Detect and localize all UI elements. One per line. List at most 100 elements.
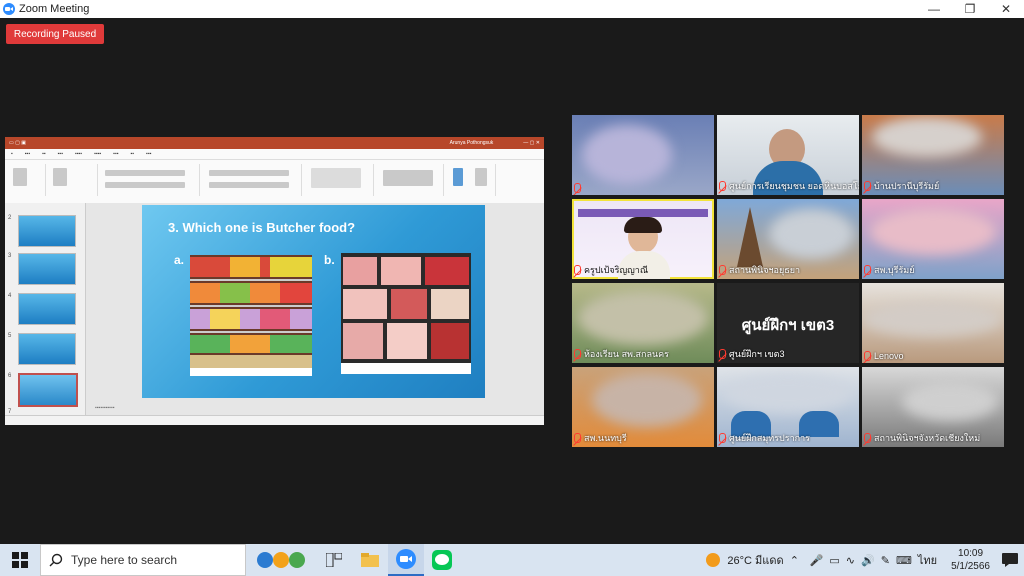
wifi-icon[interactable]: ∿ bbox=[846, 554, 855, 567]
thumb-number: 5 bbox=[8, 333, 12, 339]
slide-thumbnail[interactable] bbox=[18, 215, 76, 247]
speaker-notes-hint: ▪▪▪▪▪▪▪▪▪▪▪ bbox=[95, 405, 115, 411]
search-highlight-icon[interactable] bbox=[246, 544, 316, 576]
shared-screen: ▭ ▢ ▣ Arunya Pothongsuk — ▢ ✕ ▪ ▪▪▪ ▪▪ ▪▪▪ ▪… bbox=[5, 137, 544, 425]
mic-muted-icon bbox=[574, 349, 581, 359]
thumb-number: 4 bbox=[8, 293, 12, 299]
title-bar: Zoom Meeting — ❐ ✕ bbox=[0, 0, 1024, 18]
participant-tile[interactable]: บ้านปรานีบุรีรัมย์ bbox=[862, 115, 1004, 195]
blurred-video bbox=[870, 209, 996, 255]
participant-name: ศูนย์ฝึกสมุทรปราการ bbox=[719, 431, 810, 445]
recording-paused-badge[interactable]: Recording Paused bbox=[6, 24, 104, 44]
participant-tile-speaking[interactable]: ครูปเป้จริญญาณี bbox=[572, 199, 714, 279]
mic-muted-icon bbox=[864, 181, 871, 191]
slide-thumbnail-pane: 2 3 4 5 6 7 bbox=[5, 203, 86, 415]
participant-tile[interactable]: สถานพินิจฯจังหวัดเชียงใหม่ bbox=[862, 367, 1004, 447]
thumb-number: 6 bbox=[8, 373, 12, 379]
taskbar-search-box[interactable]: Type here to search bbox=[40, 544, 246, 576]
mic-muted-icon bbox=[574, 265, 581, 275]
mic-muted-icon bbox=[864, 265, 871, 275]
pen-icon[interactable]: ✎ bbox=[881, 554, 890, 567]
clock-time: 10:09 bbox=[958, 548, 984, 559]
ppt-status-bar bbox=[5, 415, 544, 425]
windows-logo-icon bbox=[12, 552, 28, 568]
search-placeholder: Type here to search bbox=[71, 553, 178, 567]
participant-name: ศูนย์ฝึกฯ เขต3 bbox=[719, 347, 785, 361]
search-icon bbox=[49, 553, 63, 567]
participant-name: ห้องเรียน สพ.สกลนคร bbox=[574, 347, 669, 361]
mic-muted-icon bbox=[719, 433, 726, 443]
chevron-up-icon[interactable]: ⌃ bbox=[790, 554, 804, 567]
ppt-user-name: Arunya Pothongsuk bbox=[449, 140, 494, 146]
line-app-icon[interactable] bbox=[424, 544, 460, 576]
slide-thumbnail[interactable] bbox=[18, 293, 76, 325]
candy-shelf-image bbox=[190, 255, 312, 376]
slide-thumbnail[interactable] bbox=[18, 333, 76, 365]
blurred-video bbox=[902, 381, 998, 421]
participant-tile[interactable]: ศูนย์ฝึกสมุทรปราการ bbox=[717, 367, 859, 447]
mic-muted-icon bbox=[864, 433, 871, 443]
ppt-window-controls: — ▢ ✕ bbox=[523, 140, 540, 146]
participant-tile[interactable]: ห้องเรียน สพ.สกลนคร bbox=[572, 283, 714, 363]
clock-date: 5/1/2566 bbox=[951, 561, 990, 572]
task-view-icon[interactable] bbox=[316, 544, 352, 576]
blurred-video bbox=[862, 301, 1002, 337]
minimize-button[interactable]: — bbox=[916, 0, 952, 18]
participant-tile[interactable]: สพ.นนทบุรี bbox=[572, 367, 714, 447]
participant-tile-no-video[interactable]: ศูนย์ฝึกฯ เขต3 ศูนย์ฝึกฯ เขต3 bbox=[717, 283, 859, 363]
zoom-icon bbox=[3, 3, 15, 15]
file-explorer-icon[interactable] bbox=[352, 544, 388, 576]
mic-muted-icon bbox=[719, 349, 726, 359]
option-b-label: b. bbox=[324, 253, 335, 267]
blurred-video bbox=[769, 209, 854, 259]
weather-text[interactable]: 26°C มีแดด bbox=[727, 551, 783, 569]
participant-name: Lenovo bbox=[864, 351, 904, 361]
ppt-title-bar: ▭ ▢ ▣ Arunya Pothongsuk — ▢ ✕ bbox=[5, 137, 544, 149]
participant-hair bbox=[624, 217, 662, 233]
slide-editor: 3. Which one is Butcher food? a. b. bbox=[86, 203, 544, 415]
blurred-video bbox=[872, 117, 982, 157]
system-tray: 26°C มีแดด ⌃ 🎤 ▭ ∿ 🔊 ✎ ⌨ ไทย 10:09 5/1/2… bbox=[705, 544, 1024, 576]
current-slide: 3. Which one is Butcher food? a. b. bbox=[142, 205, 485, 398]
blurred-video bbox=[723, 373, 853, 413]
blurred-video bbox=[578, 291, 708, 345]
mic-muted-icon bbox=[574, 183, 581, 193]
participant-name: บ้านปรานีบุรีรัมย์ bbox=[864, 179, 939, 193]
restore-button[interactable]: ❐ bbox=[952, 0, 988, 18]
blurred-video bbox=[592, 373, 702, 427]
volume-icon[interactable]: 🔊 bbox=[861, 554, 875, 567]
slide-thumbnail-selected[interactable] bbox=[18, 373, 78, 407]
mic-muted-icon bbox=[719, 265, 726, 275]
participant-tile[interactable]: ศูนย์การเรียนชุมชน ยอดหินบอสโก bbox=[717, 115, 859, 195]
mic-muted-icon bbox=[864, 351, 871, 361]
autosave-toggle: ▭ ▢ ▣ bbox=[9, 140, 26, 146]
thumb-number: 2 bbox=[8, 215, 12, 221]
battery-icon[interactable]: ▭ bbox=[829, 554, 839, 567]
participant-name: สถานพินิจฯจังหวัดเชียงใหม่ bbox=[864, 431, 980, 445]
participant-tile[interactable]: สถานพินิจฯอยุธยา bbox=[717, 199, 859, 279]
participant-name: ครูปเป้จริญญาณี bbox=[574, 263, 648, 277]
ppt-ribbon bbox=[5, 160, 544, 205]
thumb-number: 3 bbox=[8, 253, 12, 259]
participant-name: สถานพินิจฯอยุธยา bbox=[719, 263, 800, 277]
participant-name: ศูนย์การเรียนชุมชน ยอดหินบอสโก bbox=[719, 179, 859, 193]
clock[interactable]: 10:09 5/1/2566 bbox=[951, 547, 990, 573]
participant-tile[interactable] bbox=[572, 115, 714, 195]
mic-muted-icon bbox=[574, 433, 581, 443]
participant-display-name: ศูนย์ฝึกฯ เขต3 bbox=[741, 317, 835, 334]
notification-icon[interactable] bbox=[996, 553, 1024, 567]
participant-name: สพ.บุรีรัมย์ bbox=[864, 263, 915, 277]
option-a-label: a. bbox=[174, 253, 185, 267]
keyboard-icon[interactable]: ⌨ bbox=[896, 554, 912, 567]
participant-tile[interactable]: สพ.บุรีรัมย์ bbox=[862, 199, 1004, 279]
slide-question: 3. Which one is Butcher food? bbox=[168, 220, 356, 235]
language-indicator[interactable]: ไทย bbox=[918, 551, 937, 569]
zoom-taskbar-icon[interactable] bbox=[388, 544, 424, 576]
sun-weather-icon bbox=[706, 553, 721, 567]
close-button[interactable]: ✕ bbox=[988, 0, 1024, 18]
start-button[interactable] bbox=[0, 544, 40, 576]
slide-thumbnail[interactable] bbox=[18, 253, 76, 285]
microphone-icon[interactable]: 🎤 bbox=[810, 554, 824, 567]
participant-tile[interactable]: Lenovo bbox=[862, 283, 1004, 363]
ppt-ribbon-tabs: ▪ ▪▪▪ ▪▪ ▪▪▪ ▪▪▪▪ ▪▪▪▪ ▪▪▪ ▪▪ ▪▪▪ bbox=[5, 149, 544, 160]
